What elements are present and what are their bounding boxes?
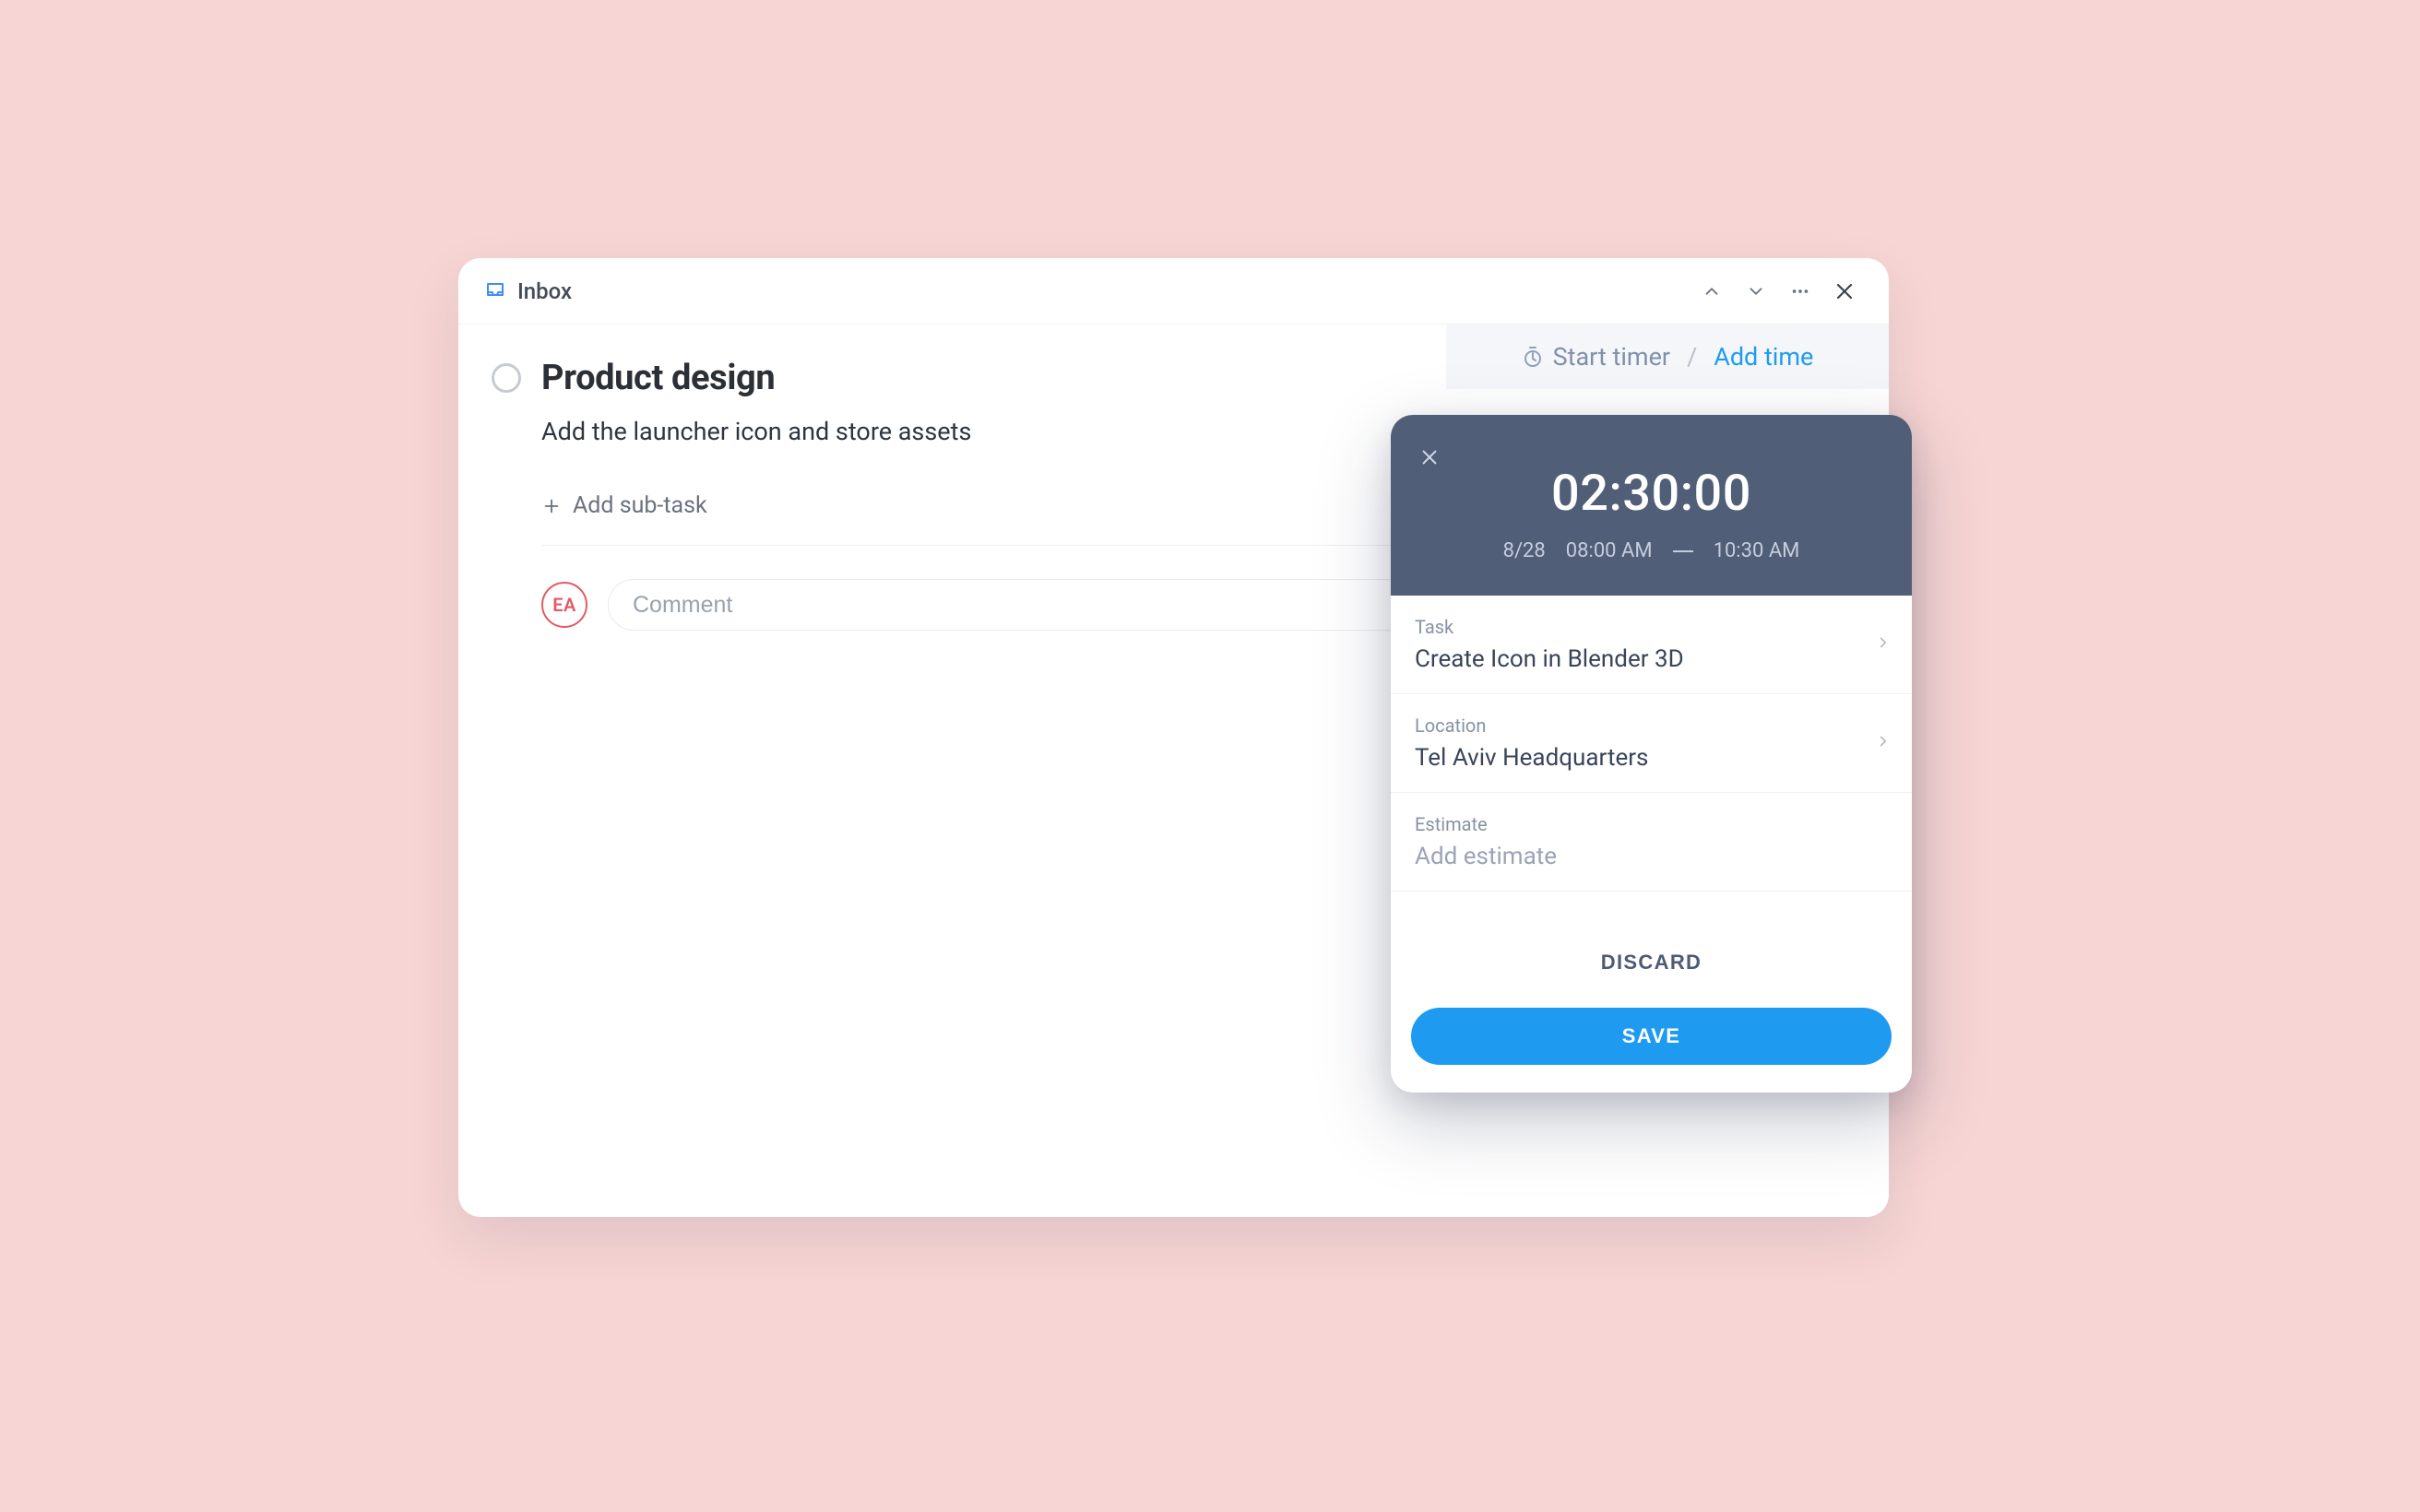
breadcrumb[interactable]: Inbox [484,278,572,304]
plus-icon [541,496,562,516]
timer-separator: / [1687,342,1697,372]
estimate-field-placeholder: Add estimate [1415,843,1888,870]
timer-bar: Start timer / Add time [1446,325,1889,389]
chevron-right-icon [1875,634,1892,655]
estimate-field-label: Estimate [1415,813,1888,835]
previous-task-button[interactable] [1693,273,1730,310]
avatar: EA [541,582,587,628]
task-complete-checkbox[interactable] [492,363,521,393]
close-button[interactable] [1826,273,1863,310]
stopwatch-icon [1522,346,1544,368]
chevron-up-icon [1702,281,1722,301]
close-icon [1833,280,1856,302]
time-popover-close-button[interactable] [1411,439,1448,476]
next-task-button[interactable] [1738,273,1774,310]
start-timer-label: Start timer [1553,342,1670,372]
location-field-label: Location [1415,715,1888,737]
task-title[interactable]: Product design [541,358,775,398]
start-timer-button[interactable]: Start timer [1522,342,1670,372]
task-field-value: Create Icon in Blender 3D [1415,645,1888,673]
inbox-icon [484,280,506,302]
time-entry-location-field[interactable]: Location Tel Aviv Headquarters [1391,694,1912,793]
add-time-popover: 02:30:00 8/28 08:00 AM 10:30 AM Task Cre… [1391,415,1912,1093]
add-time-button[interactable]: Add time [1714,342,1813,372]
time-entry-end[interactable]: 10:30 AM [1714,539,1800,562]
more-actions-button[interactable] [1782,273,1819,310]
add-subtask-label: Add sub-task [573,492,707,519]
breadcrumb-label: Inbox [517,278,572,304]
time-entry-start[interactable]: 08:00 AM [1566,539,1653,562]
time-entry-duration[interactable]: 02:30:00 [1391,465,1912,523]
chevron-down-icon [1746,281,1766,301]
more-horizontal-icon [1790,281,1810,301]
chevron-right-icon [1875,733,1892,753]
time-range-separator [1673,550,1693,552]
time-entry-date[interactable]: 8/28 [1503,539,1546,562]
time-entry-task-field[interactable]: Task Create Icon in Blender 3D [1391,596,1912,694]
location-field-value: Tel Aviv Headquarters [1415,744,1888,772]
task-field-label: Task [1415,616,1888,638]
task-card-header: Inbox [458,258,1889,325]
time-entry-estimate-field[interactable]: Estimate Add estimate [1391,793,1912,892]
discard-button[interactable]: DISCARD [1601,915,1702,989]
time-popover-header: 02:30:00 8/28 08:00 AM 10:30 AM [1391,415,1912,596]
close-icon [1419,447,1440,467]
save-button[interactable]: SAVE [1411,1008,1892,1065]
